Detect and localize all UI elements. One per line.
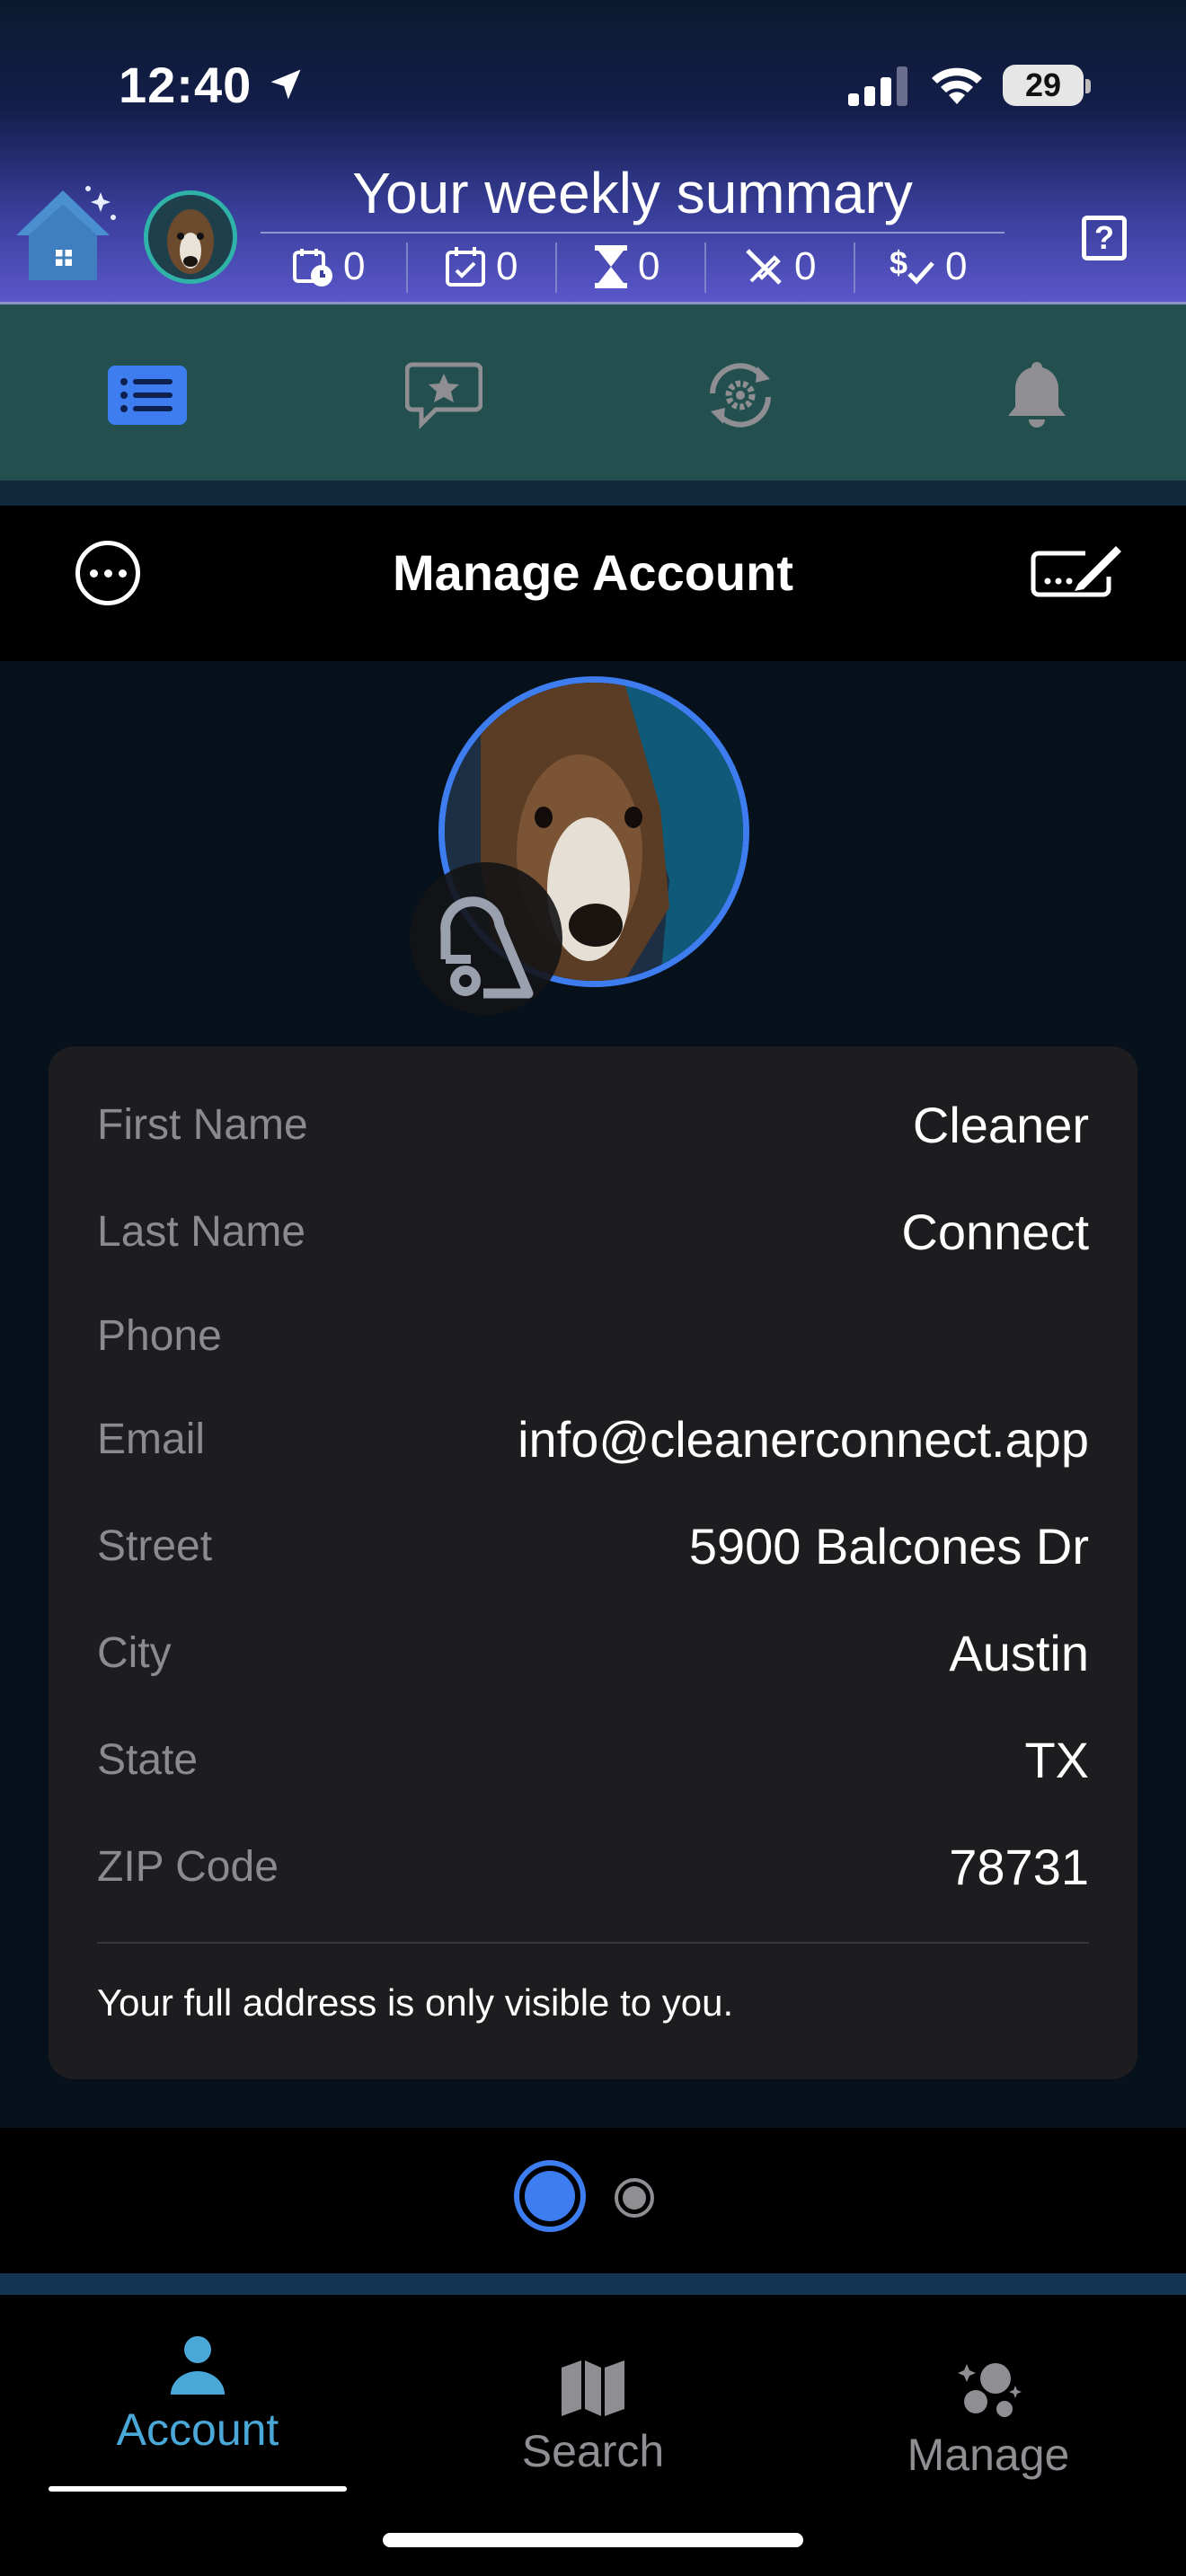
field-state[interactable]: State TX [97,1724,1089,1795]
stat-scheduled-value: 0 [343,244,366,288]
summary-title: Your weekly summary [352,161,913,225]
list-icon [108,366,187,425]
stat-separator [704,243,706,293]
field-last-name[interactable]: Last Name Connect [97,1195,1089,1267]
star-bubble-icon [405,362,482,430]
tabbar-divider [0,2273,1186,2295]
field-email[interactable]: Email info@cleanerconnect.app [97,1403,1089,1475]
field-label: Phone [97,1311,222,1360]
field-value: Austin [949,1624,1089,1681]
stat-separator [406,243,408,293]
stat-separator [555,243,557,293]
stat-completed-value: 0 [496,244,518,288]
hourglass-icon [595,245,627,288]
stat-completed[interactable]: 0 [444,235,518,298]
field-value: Connect [901,1203,1089,1260]
field-value: 5900 Balcones Dr [688,1517,1089,1575]
bell-icon [1008,362,1066,428]
active-tab-indicator [49,2486,347,2492]
home-indicator[interactable] [383,2533,803,2547]
cellular-signal-icon [848,66,907,106]
stat-paid-value: 0 [945,244,968,288]
header-avatar[interactable] [144,190,237,284]
sparkles-icon [958,2363,1022,2417]
pager-spacer [0,2079,1186,2128]
field-value: info@cleanerconnect.app [518,1410,1089,1468]
tab-search[interactable]: Search [449,2359,737,2477]
battery-nub [1085,79,1091,93]
tab-list[interactable] [102,355,192,436]
stat-cancelled-value: 0 [794,244,817,288]
stat-scheduled[interactable]: 0 [291,235,365,298]
field-first-name[interactable]: First Name Cleaner [97,1089,1089,1160]
field-label: Email [97,1415,206,1463]
summary-divider [261,232,1005,234]
calendar-check-icon [446,247,485,287]
field-value: 78731 [949,1838,1089,1895]
field-label: City [97,1628,172,1677]
field-city[interactable]: City Austin [97,1617,1089,1689]
stat-paid[interactable]: $ 0 [890,235,967,298]
svg-text:$: $ [890,245,907,281]
page-dot-fill [525,2171,575,2221]
field-label: State [97,1735,199,1784]
map-icon [562,2360,624,2416]
sync-gear-icon [710,363,771,428]
field-value: Cleaner [912,1096,1089,1153]
page-dot-fill [623,2186,646,2210]
stat-cancelled[interactable]: 0 [742,235,816,298]
field-label: Last Name [97,1207,306,1256]
stat-separator [854,243,855,293]
page-title: Manage Account [393,544,793,601]
field-zip-code[interactable]: ZIP Code 78731 [97,1831,1089,1902]
tab-settings[interactable] [695,355,785,436]
tab-manage[interactable]: Manage [845,2359,1132,2481]
field-label: ZIP Code [97,1842,279,1891]
field-phone[interactable]: Phone [97,1300,1089,1372]
location-arrow-icon [270,69,301,100]
field-street[interactable]: Street 5900 Balcones Dr [97,1510,1089,1582]
calendar-clock-icon [293,249,332,287]
page-indicator-bar [0,2128,1186,2273]
field-label: First Name [97,1100,308,1149]
wifi-icon [932,67,982,104]
battery-icon: 29 [1003,65,1084,106]
vacuum-cleaner-icon [440,896,534,999]
dog-photo-thumbnail [148,195,233,279]
person-icon [171,2336,225,2395]
field-value: TX [1024,1731,1089,1788]
address-privacy-note: Your full address is only visible to you… [97,1981,734,2024]
tab-reviews[interactable] [399,355,489,436]
card-divider [97,1942,1089,1944]
page-dot-active[interactable] [514,2160,586,2232]
field-label: Street [97,1522,213,1570]
help-button[interactable]: ? [1082,216,1127,260]
app-logo-house-icon [16,186,116,280]
cleaner-role-badge [410,862,562,1015]
tab-account-label: Account [116,2404,279,2455]
stat-pending-value: 0 [638,244,660,288]
edit-button[interactable] [1030,541,1123,605]
status-time: 12:40 [119,57,252,113]
stat-pending[interactable]: 0 [593,235,659,298]
tab-account[interactable]: Account [54,2335,341,2456]
tab-manage-label: Manage [907,2430,1070,2480]
tab-strip-divider [0,481,1186,506]
dollar-check-icon: $ [890,245,934,285]
tab-notifications[interactable] [992,355,1082,436]
page-dot-inactive[interactable] [615,2178,654,2218]
tab-search-label: Search [521,2426,665,2476]
cancelled-icon [746,249,782,285]
